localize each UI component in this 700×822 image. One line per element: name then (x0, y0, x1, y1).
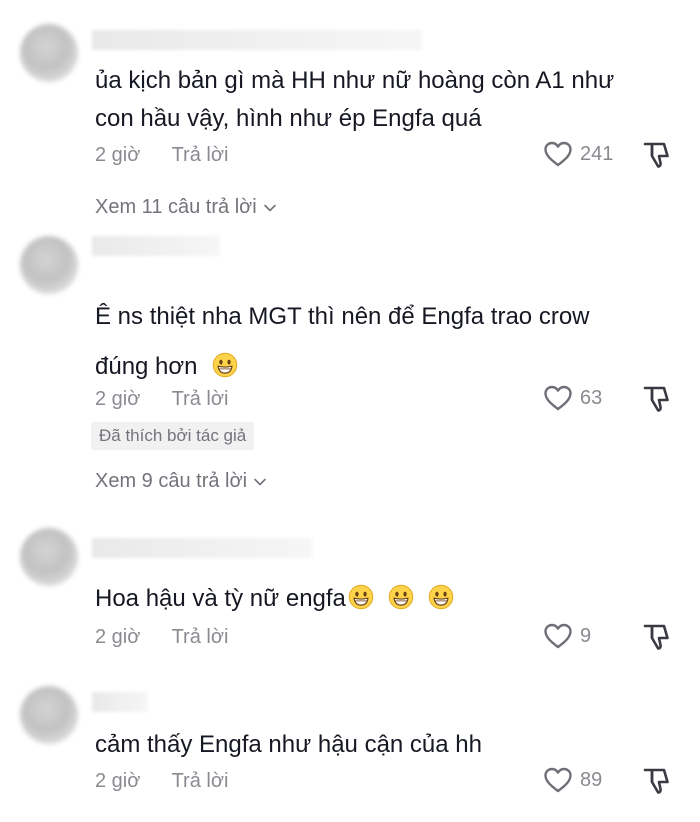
comment-text: cảm thấy Engfa như hậu cận của hh (95, 726, 482, 764)
avatar[interactable] (20, 24, 78, 82)
comments-page: ủa kịch bản gì mà HH như nữ hoàng còn A1… (0, 0, 700, 822)
username-blurred[interactable] (92, 692, 148, 712)
comment-text-line-with-emoji: đúng hơn (95, 342, 590, 392)
thumbs-down-icon[interactable] (640, 383, 672, 415)
comment-meta: 2 giờ Trả lời (95, 388, 228, 411)
comment-text-line: Hoa hậu và tỳ nữ engfa (95, 585, 346, 612)
view-replies-button[interactable]: Xem 9 câu trả lời (95, 470, 267, 493)
comment-text: ủa kịch bản gì mà HH như nữ hoàng còn A1… (95, 62, 614, 138)
avatar[interactable] (20, 236, 78, 294)
heart-outline-icon (542, 138, 574, 170)
avatar[interactable] (20, 686, 78, 744)
reply-button[interactable]: Trả lời (172, 388, 229, 410)
username-blurred[interactable] (92, 538, 312, 558)
chevron-down-icon (254, 478, 266, 485)
thumbs-down-icon[interactable] (640, 765, 672, 797)
view-replies-label: Xem 9 câu trả lời (95, 470, 248, 492)
thumbs-down-icon[interactable] (640, 621, 672, 653)
like-button[interactable]: 89 (542, 764, 602, 796)
comment-time: 2 giờ (95, 144, 141, 166)
liked-by-creator-badge: Đã thích bởi tác giả (91, 422, 255, 450)
comment-time: 2 giờ (95, 770, 141, 792)
comment-text: Hoa hậu và tỳ nữ engfa (95, 580, 454, 618)
like-button[interactable]: 241 (542, 138, 613, 170)
comment-time: 2 giờ (95, 626, 141, 648)
grinning-face-emoji (388, 584, 414, 610)
grinning-face-emoji (428, 584, 454, 610)
reply-button[interactable]: Trả lời (172, 770, 229, 792)
avatar[interactable] (20, 528, 78, 586)
comment-text: Ê ns thiệt nha MGT thì nên để Engfa trao… (95, 292, 590, 392)
reply-button[interactable]: Trả lời (172, 626, 229, 648)
reply-button[interactable]: Trả lời (172, 144, 229, 166)
grinning-face-emoji (212, 352, 238, 378)
like-count: 9 (580, 624, 592, 647)
heart-outline-icon (542, 764, 574, 796)
comment-text-line: ủa kịch bản gì mà HH như nữ hoàng còn A1… (95, 67, 615, 94)
like-count: 241 (580, 142, 614, 165)
grinning-face-emoji (348, 584, 374, 610)
like-count: 89 (580, 768, 603, 791)
username-blurred[interactable] (92, 236, 220, 256)
like-count: 63 (580, 386, 603, 409)
username-blurred[interactable] (92, 30, 422, 50)
comment-text-line: cảm thấy Engfa như hậu cận của hh (95, 731, 482, 758)
comment-text-line: đúng hơn (95, 353, 198, 380)
comment-meta: 2 giờ Trả lời (95, 770, 228, 793)
heart-outline-icon (542, 382, 574, 414)
like-button[interactable]: 63 (542, 382, 602, 414)
comment-meta: 2 giờ Trả lời (95, 144, 228, 167)
like-button[interactable]: 9 (542, 620, 591, 652)
comment-meta: 2 giờ Trả lời (95, 626, 228, 649)
view-replies-button[interactable]: Xem 11 câu trả lời (95, 196, 277, 219)
comment-text-line: con hầu vậy, hình như ép Engfa quá (95, 105, 482, 132)
comment-text-line: Ê ns thiệt nha MGT thì nên để Engfa trao… (95, 303, 590, 330)
heart-outline-icon (542, 620, 574, 652)
chevron-down-icon (263, 204, 276, 211)
view-replies-label: Xem 11 câu trả lời (95, 196, 257, 218)
thumbs-down-icon[interactable] (640, 139, 672, 171)
comment-time: 2 giờ (95, 388, 141, 410)
